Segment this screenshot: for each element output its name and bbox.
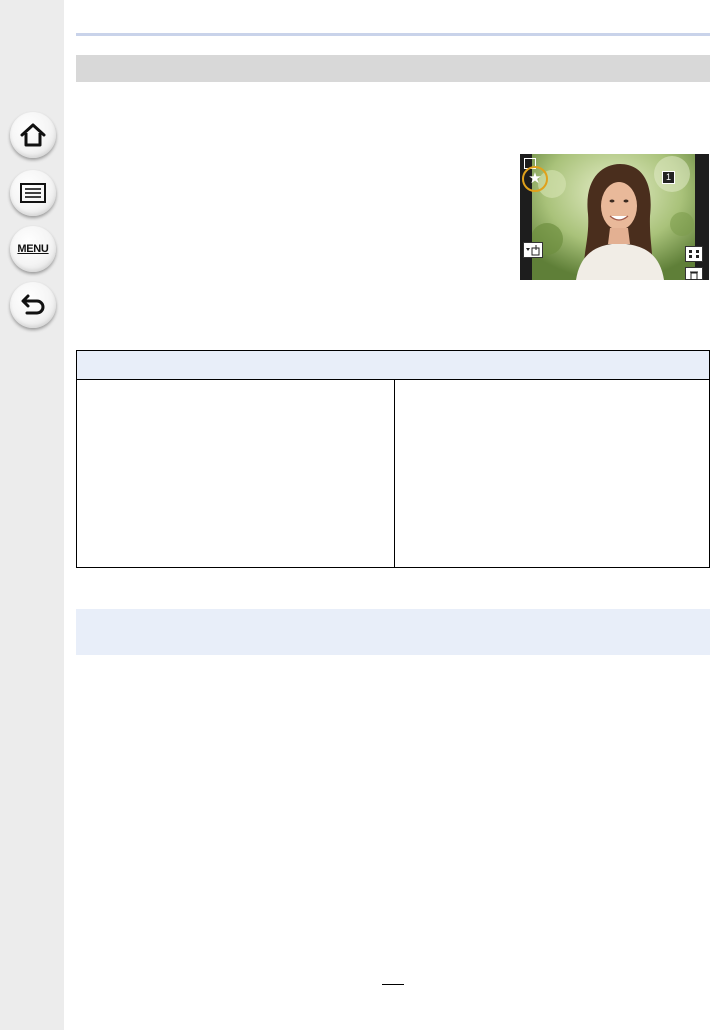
back-arrow-icon [19, 292, 47, 318]
sidebar: MENU [0, 0, 64, 1030]
info-table [76, 350, 710, 568]
page-number [382, 984, 404, 999]
menu-icon: MENU [17, 243, 49, 255]
send-icon[interactable] [523, 242, 543, 258]
list-icon [19, 182, 47, 204]
section-title-bar [76, 55, 710, 82]
header-rule [76, 33, 710, 36]
note-box [76, 609, 710, 655]
table-column-divider [394, 380, 395, 567]
home-icon [19, 122, 47, 148]
contents-button[interactable] [10, 170, 56, 216]
table-header [77, 351, 709, 380]
home-button[interactable] [10, 112, 56, 158]
favorite-star-icon[interactable]: ★ [522, 166, 548, 192]
menu-button[interactable]: MENU [10, 226, 56, 272]
grid-icon[interactable] [685, 246, 703, 262]
frame-number-badge: 1 [662, 171, 675, 184]
delete-icon[interactable] [685, 267, 703, 280]
playback-screen-image: 1 ★ [520, 154, 709, 280]
back-button[interactable] [10, 282, 56, 328]
